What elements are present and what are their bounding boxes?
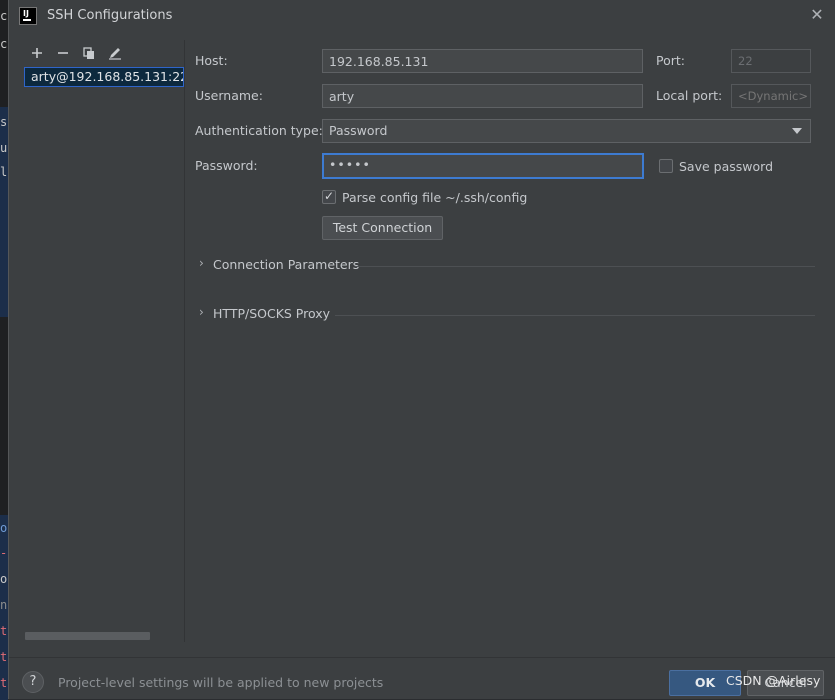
password-input[interactable]: ••••• bbox=[322, 153, 644, 179]
panel-divider[interactable] bbox=[184, 40, 185, 642]
title-bar: IJ SSH Configurations ✕ bbox=[9, 0, 835, 33]
ide-glyph: c bbox=[0, 9, 8, 23]
ssh-configurations-dialog: IJ SSH Configurations ✕ arty@192.168.85.… bbox=[8, 0, 835, 699]
remove-config-button[interactable] bbox=[54, 44, 72, 62]
ide-glyph: t bbox=[0, 650, 8, 664]
pencil-icon bbox=[109, 48, 121, 60]
local-port-label: Local port: bbox=[656, 88, 723, 103]
ide-glyph: o bbox=[0, 521, 8, 535]
ide-glyph: o bbox=[0, 572, 8, 586]
test-connection-button[interactable]: Test Connection bbox=[322, 216, 443, 240]
add-config-button[interactable] bbox=[28, 44, 46, 62]
footer-divider bbox=[9, 657, 835, 658]
chevron-right-icon: › bbox=[199, 256, 204, 270]
auth-type-value: Password bbox=[329, 123, 388, 138]
close-icon[interactable]: ✕ bbox=[807, 5, 827, 25]
section-divider bbox=[335, 315, 815, 316]
auth-type-label: Authentication type: bbox=[195, 123, 323, 138]
host-label: Host: bbox=[195, 53, 228, 68]
logo-text: IJ bbox=[23, 9, 29, 18]
ide-glyph: l bbox=[0, 165, 8, 179]
connection-parameters-section[interactable]: › Connection Parameters bbox=[199, 256, 815, 276]
config-list-item[interactable]: arty@192.168.85.131:22pa bbox=[24, 67, 184, 87]
auth-type-select[interactable]: Password bbox=[322, 119, 811, 143]
configuration-list-panel: arty@192.168.85.131:22pa bbox=[9, 33, 184, 643]
password-label: Password: bbox=[195, 158, 258, 173]
copy-config-button[interactable] bbox=[80, 44, 98, 62]
ide-glyph: t bbox=[0, 676, 8, 690]
check-icon: ✓ bbox=[324, 189, 335, 203]
ide-glyph: s bbox=[0, 115, 8, 129]
ide-glyph: t bbox=[0, 624, 8, 638]
chevron-down-icon bbox=[792, 128, 802, 134]
footer-note: Project-level settings will be applied t… bbox=[58, 675, 384, 690]
parse-config-checkbox[interactable]: ✓ bbox=[322, 189, 336, 204]
local-port-input[interactable] bbox=[731, 84, 811, 108]
section-divider bbox=[355, 266, 815, 267]
parse-config-label: Parse config file ~/.ssh/config bbox=[342, 190, 528, 205]
horizontal-scrollbar[interactable] bbox=[25, 632, 150, 640]
save-password-label: Save password bbox=[679, 159, 774, 174]
username-input[interactable] bbox=[322, 84, 643, 108]
host-input[interactable] bbox=[322, 49, 643, 73]
edit-config-button[interactable] bbox=[106, 44, 124, 62]
watermark-text: CSDN @Airlesy bbox=[726, 673, 821, 688]
ide-glyph: n bbox=[0, 598, 8, 612]
help-button[interactable]: ? bbox=[22, 671, 44, 693]
ide-background-strip: c c s us l o - o n t t t bbox=[0, 0, 14, 700]
copy-icon bbox=[83, 46, 94, 59]
http-socks-proxy-label: HTTP/SOCKS Proxy bbox=[213, 306, 331, 321]
ide-glyph: c bbox=[0, 37, 8, 51]
http-socks-proxy-section[interactable]: › HTTP/SOCKS Proxy bbox=[199, 305, 815, 325]
intellij-logo-icon: IJ bbox=[19, 7, 37, 25]
username-label: Username: bbox=[195, 88, 263, 103]
save-password-checkbox[interactable] bbox=[659, 159, 673, 173]
port-label: Port: bbox=[656, 53, 685, 68]
ide-editor-region bbox=[0, 107, 8, 317]
port-input[interactable] bbox=[731, 49, 811, 73]
connection-parameters-label: Connection Parameters bbox=[213, 257, 360, 272]
ide-glyph: - bbox=[0, 546, 8, 560]
config-list-item-label: arty@192.168.85.131:22 bbox=[31, 69, 184, 84]
plus-icon bbox=[32, 48, 42, 58]
dialog-title: SSH Configurations bbox=[47, 8, 173, 23]
minus-icon bbox=[58, 52, 68, 54]
chevron-right-icon: › bbox=[199, 305, 204, 319]
